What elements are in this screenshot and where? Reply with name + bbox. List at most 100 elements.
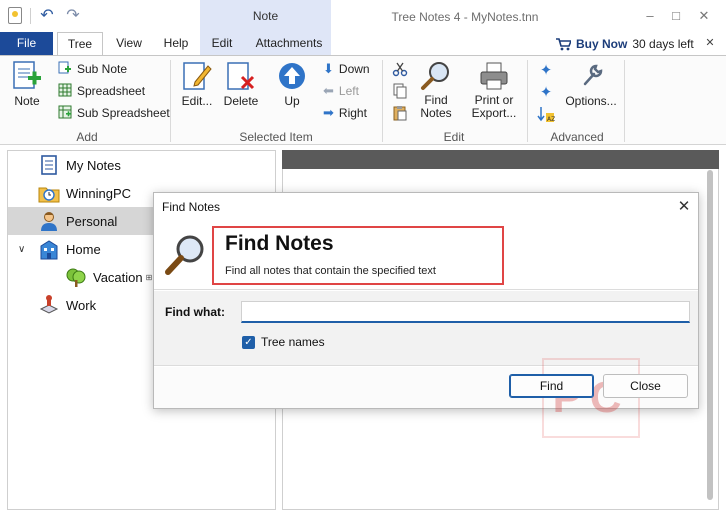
tree-names-checkbox[interactable]: ✓ bbox=[242, 336, 255, 349]
options-button[interactable]: Options... bbox=[564, 60, 618, 108]
editor-toolbar bbox=[282, 150, 719, 169]
move-left-button[interactable]: ⬅ Left bbox=[323, 82, 359, 100]
redo-icon[interactable]: ↷ bbox=[64, 6, 82, 26]
sub-note-icon bbox=[58, 61, 72, 78]
folder-clock-icon bbox=[38, 182, 60, 204]
window-title: Tree Notes 4 - MyNotes.tnn bbox=[391, 10, 539, 24]
undo-icon[interactable]: ↶ bbox=[38, 6, 56, 26]
print-export-button[interactable]: Print or Export... bbox=[468, 60, 520, 120]
tree-item-my-notes[interactable]: My Notes bbox=[8, 151, 275, 179]
note-list-icon bbox=[38, 154, 60, 176]
dialog-title-bar bbox=[154, 193, 698, 222]
move-up-button[interactable]: Up bbox=[274, 60, 310, 108]
tree-item-label: My Notes bbox=[66, 157, 121, 173]
person-icon bbox=[38, 210, 60, 232]
window-close-button[interactable]: ✕ bbox=[692, 6, 716, 26]
print-export-label-line2: Export... bbox=[471, 106, 517, 120]
svg-text:AZ: AZ bbox=[547, 116, 555, 123]
edit-item-label: Edit... bbox=[181, 94, 213, 108]
move-left-label: Left bbox=[338, 84, 359, 98]
title-separator bbox=[30, 8, 31, 24]
find-notes-label: Find Notes bbox=[416, 94, 456, 120]
tree-item-label: WinningPC bbox=[66, 185, 132, 201]
sub-spreadsheet-label: Sub Spreadsheet bbox=[77, 106, 170, 120]
arrow-left-icon: ⬅ bbox=[323, 83, 334, 98]
find-notes-button[interactable]: Find Notes bbox=[416, 60, 456, 120]
find-what-label: Find what: bbox=[165, 305, 225, 319]
move-right-label: Right bbox=[338, 106, 367, 120]
move-up-label: Up bbox=[284, 94, 300, 108]
chevron-down-icon[interactable]: ∨ bbox=[18, 244, 38, 255]
app-icon bbox=[8, 7, 22, 24]
ribbon-group-add-label: Add bbox=[76, 130, 98, 144]
options-label: Options... bbox=[565, 94, 617, 108]
expand-all-icon[interactable]: ✦ bbox=[537, 61, 555, 79]
wrench-icon bbox=[575, 60, 607, 92]
pencil-edit-icon bbox=[181, 60, 213, 92]
move-down-button[interactable]: ⬇ Down bbox=[323, 60, 370, 78]
tab-file[interactable]: File bbox=[0, 32, 53, 55]
sub-note-button[interactable]: Sub Note bbox=[58, 60, 127, 78]
tab-edit[interactable]: Edit bbox=[204, 32, 240, 56]
tree-item-label: Personal bbox=[66, 213, 118, 229]
minimize-button[interactable]: – bbox=[638, 6, 662, 26]
find-what-input[interactable] bbox=[241, 301, 690, 323]
tree-item-label: Work bbox=[66, 297, 97, 313]
sort-az-icon[interactable]: AZ bbox=[537, 105, 555, 123]
tree-icon bbox=[65, 266, 87, 288]
context-tab-group-label: Note bbox=[252, 9, 279, 23]
buy-now-link[interactable]: Buy Now bbox=[576, 37, 627, 51]
editor-scrollbar[interactable] bbox=[707, 170, 713, 500]
tab-help[interactable]: Help bbox=[156, 32, 196, 56]
spreadsheet-icon bbox=[58, 83, 72, 100]
ribbon-separator bbox=[527, 60, 528, 142]
sub-note-label: Sub Note bbox=[77, 62, 128, 76]
maximize-button[interactable]: □ bbox=[664, 6, 688, 26]
sub-spreadsheet-icon bbox=[58, 105, 72, 122]
trial-days-label: 30 days left bbox=[632, 37, 694, 51]
magnifier-icon bbox=[163, 232, 209, 278]
edit-item-button[interactable]: Edit... bbox=[178, 60, 216, 108]
stamp-icon bbox=[38, 294, 60, 316]
watermark: PC bbox=[542, 358, 640, 438]
add-note-label: Note bbox=[14, 94, 40, 108]
paste-icon[interactable] bbox=[392, 105, 408, 121]
attachment-indicator-icon: ⊞ bbox=[145, 272, 153, 282]
delete-item-button[interactable]: Delete bbox=[222, 60, 260, 108]
spreadsheet-label: Spreadsheet bbox=[77, 84, 146, 98]
cart-icon[interactable] bbox=[555, 37, 573, 51]
spreadsheet-button[interactable]: Spreadsheet bbox=[58, 82, 145, 100]
note-add-icon bbox=[11, 60, 43, 92]
move-right-button[interactable]: ➡ Right bbox=[323, 104, 367, 122]
tree-names-label[interactable]: Tree names bbox=[261, 335, 325, 349]
add-note-button[interactable]: Note bbox=[8, 60, 46, 108]
tree-item-label: Home bbox=[66, 241, 101, 257]
ribbon-separator bbox=[382, 60, 383, 142]
tab-tree[interactable]: Tree bbox=[57, 32, 103, 56]
arrow-up-icon bbox=[277, 60, 307, 92]
scissors-icon[interactable] bbox=[392, 61, 408, 77]
sub-spreadsheet-button[interactable]: Sub Spreadsheet bbox=[58, 104, 170, 122]
building-icon bbox=[38, 238, 60, 260]
tab-view[interactable]: View bbox=[110, 32, 148, 56]
collapse-all-icon[interactable]: ✦ bbox=[537, 83, 555, 101]
ribbon-separator bbox=[170, 60, 171, 142]
delete-item-label: Delete bbox=[223, 94, 259, 108]
delete-icon bbox=[225, 60, 257, 92]
close-button[interactable]: Close bbox=[603, 374, 688, 398]
find-notes-label-line2: Notes bbox=[420, 106, 452, 120]
license-area: Buy Now 30 days left bbox=[555, 35, 694, 53]
highlight-annotation bbox=[212, 226, 504, 285]
dialog-close-icon[interactable]: ✕ bbox=[674, 197, 694, 217]
arrow-right-icon: ➡ bbox=[323, 105, 334, 120]
print-export-label: Print or Export... bbox=[468, 94, 520, 120]
printer-icon bbox=[478, 60, 510, 92]
copy-icon[interactable] bbox=[392, 83, 408, 99]
ribbon-group-selected-item-label: Selected Item bbox=[239, 130, 313, 144]
magnifier-icon bbox=[420, 60, 452, 92]
tab-attachments[interactable]: Attachments bbox=[250, 32, 328, 56]
tree-item-label: Vacation bbox=[93, 269, 143, 285]
find-button[interactable]: Find bbox=[509, 374, 594, 398]
collapse-ribbon-icon[interactable]: ✕ bbox=[702, 35, 718, 51]
ribbon-separator bbox=[624, 60, 625, 142]
